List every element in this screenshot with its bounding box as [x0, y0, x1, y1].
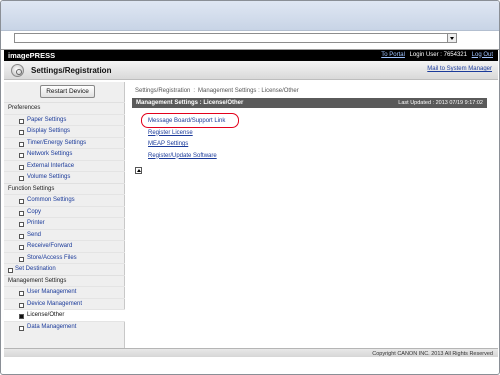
sidebar-item-external-interface[interactable]: External Interface [4, 159, 125, 172]
sidebar-item-volume-settings[interactable]: Volume Settings [4, 171, 125, 183]
breadcrumb-root[interactable]: Settings/Registration [135, 88, 190, 94]
sidebar-item-license-other[interactable]: License/Other [4, 309, 125, 321]
sidebar-item-display-settings[interactable]: Display Settings [4, 125, 125, 137]
breadcrumb-current: Management Settings : License/Other [198, 88, 299, 94]
title-bar: Settings/Registration Mail to System Man… [4, 61, 498, 80]
sidebar-item-data-management[interactable]: Data Management [4, 320, 125, 333]
breadcrumb: Settings/Registration: Management Setting… [135, 88, 302, 94]
section-header-bar: Management Settings : License/Other Last… [132, 98, 487, 108]
browser-window: imagePRESS To Portal Login User : 765432… [0, 0, 500, 375]
sidebar-item-copy[interactable]: Copy [4, 205, 125, 218]
login-user-text: Login User : 7654321 [409, 51, 467, 58]
sidebar-item-timer-energy-settings[interactable]: Timer/Energy Settings [4, 136, 125, 149]
back-to-top-icon[interactable] [135, 167, 142, 174]
register-update-software-link[interactable]: Register/Update Software [148, 151, 225, 163]
chevron-down-icon[interactable] [447, 34, 456, 42]
gear-icon [11, 64, 24, 77]
settings-links: Message Board/Support Link Register Lice… [140, 113, 240, 163]
sidebar-item-common-settings[interactable]: Common Settings [4, 194, 125, 206]
sidebar-item-network-settings[interactable]: Network Settings [4, 148, 125, 160]
footer: Copyright CANON INC. 2013 All Rights Res… [4, 348, 498, 357]
sidebar-heading-function-settings: Function Settings [4, 182, 125, 195]
sidebar-item-set-destination[interactable]: Set Destination [4, 263, 125, 275]
sidebar-item-send[interactable]: Send [4, 228, 125, 241]
sidebar-item-device-management[interactable]: Device Management [4, 297, 125, 310]
sidebar-item-store-access-files[interactable]: Store/Access Files [4, 251, 125, 264]
register-license-link[interactable]: Register License [148, 128, 225, 140]
address-combobox[interactable] [14, 33, 457, 43]
brand-name: imagePRESS [8, 51, 56, 60]
header-links: To Portal Login User : 7654321 Log Out [378, 52, 493, 58]
mail-system-manager-link[interactable]: Mail to System Manager [427, 66, 492, 72]
section-title: Management Settings : License/Other [136, 99, 244, 106]
restart-device-button[interactable]: Restart Device [40, 85, 95, 98]
sidebar-item-receive-forward[interactable]: Receive/Forward [4, 240, 125, 252]
breadcrumb-separator: : [193, 88, 196, 94]
copyright: Copyright CANON INC. 2013 All Rights Res… [372, 350, 493, 357]
sidebar-item-paper-settings[interactable]: Paper Settings [4, 113, 125, 126]
main-content: Settings/Registration: Management Setting… [127, 82, 498, 348]
last-updated: Last Updated : 2013 07/19 9:17:02 [398, 99, 483, 106]
logout-link[interactable]: Log Out [472, 52, 493, 58]
sidebar-item-printer[interactable]: Printer [4, 217, 125, 229]
sidebar-nav: Preferences Paper Settings Display Setti… [4, 102, 125, 332]
remote-ui-page: imagePRESS To Portal Login User : 765432… [1, 49, 499, 374]
sidebar-heading-management-settings: Management Settings [4, 274, 125, 287]
message-board-support-link[interactable]: Message Board/Support Link [140, 113, 240, 128]
browser-toolbar [1, 1, 499, 31]
brand-bar: imagePRESS To Portal Login User : 765432… [4, 50, 498, 61]
sidebar-heading-preferences: Preferences [4, 102, 125, 114]
page-title: Settings/Registration [31, 66, 112, 75]
sidebar: Restart Device Preferences Paper Setting… [4, 82, 125, 348]
sidebar-item-user-management[interactable]: User Management [4, 286, 125, 298]
meap-settings-link[interactable]: MEAP Settings [148, 139, 225, 151]
to-portal-link[interactable]: To Portal [381, 52, 405, 58]
